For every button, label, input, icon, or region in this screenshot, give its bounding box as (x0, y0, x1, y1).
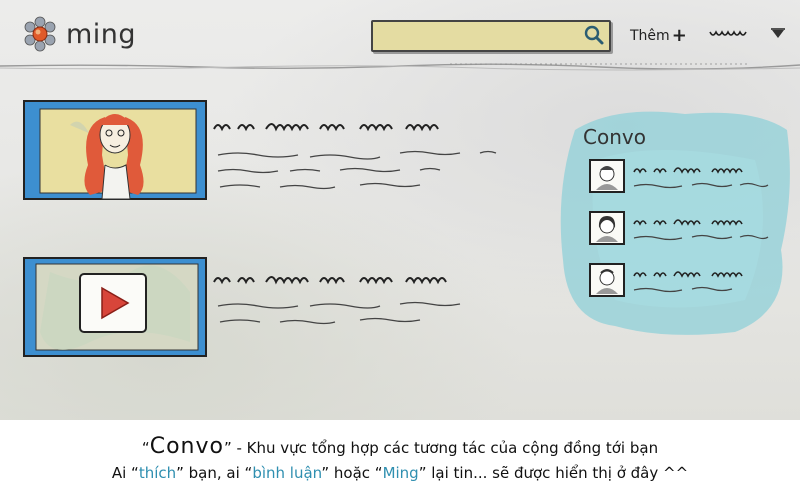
logo[interactable]: ming (22, 16, 136, 52)
plus-icon: + (671, 25, 687, 46)
post-1-body-line-2 (217, 167, 441, 174)
post-1-body-line-3 (219, 182, 421, 190)
mockup-stage: ming Thêm + Convo (0, 0, 800, 420)
post-2-body-line-2 (219, 317, 421, 325)
convo-title: Convo (583, 125, 646, 149)
search-input[interactable] (379, 26, 573, 46)
post-1-body-line-1 (217, 150, 497, 160)
caption-convo-word: Convo (149, 434, 224, 459)
caption: “Convo” - Khu vực tổng hợp các tương tác… (0, 420, 800, 500)
flower-logo-icon (24, 16, 56, 52)
caption-line-1-rest: - Khu vực tổng hợp các tương tác của cộn… (231, 439, 659, 457)
header-divider (0, 63, 800, 71)
post-1-media[interactable] (10, 95, 210, 205)
caption-line-2-a: Ai “ (111, 464, 139, 482)
caption-line-2-b: ” bạn, ai “ (176, 464, 253, 482)
logo-text: ming (66, 18, 137, 50)
post-2-title (213, 276, 447, 285)
chevron-down-icon (772, 30, 784, 38)
search-icon[interactable] (583, 24, 605, 46)
caption-binh-luan: bình luận (252, 464, 322, 482)
search-bar (371, 20, 611, 52)
post-1-title (213, 123, 439, 132)
post-1-text (213, 123, 497, 190)
caption-quote-close: ” (223, 439, 232, 457)
post-2-body-line-1 (217, 301, 461, 309)
add-menu-button[interactable]: Thêm + (630, 24, 687, 46)
caption-ming: Ming (382, 464, 419, 482)
convo-item[interactable] (588, 158, 778, 198)
caption-line-2: Ai “thích” bạn, ai “bình luận” hoặc “Min… (0, 464, 800, 482)
caption-line-2-d: ” lại tin... sẽ được hiển thị ở đây ^^ (418, 464, 689, 482)
play-icon[interactable] (79, 273, 147, 333)
add-label: Thêm (630, 28, 670, 44)
caption-quote-open: “ (141, 439, 150, 457)
convo-item[interactable] (588, 262, 778, 302)
post-2-text (213, 276, 461, 325)
caption-thich: thích (138, 464, 177, 482)
user-menu-button[interactable] (708, 24, 788, 44)
caption-line-2-c: ” hoặc “ (321, 464, 383, 482)
caption-line-1: “Convo” - Khu vực tổng hợp các tương tác… (0, 434, 800, 459)
convo-item[interactable] (588, 210, 778, 250)
post-2-media[interactable] (10, 252, 210, 362)
